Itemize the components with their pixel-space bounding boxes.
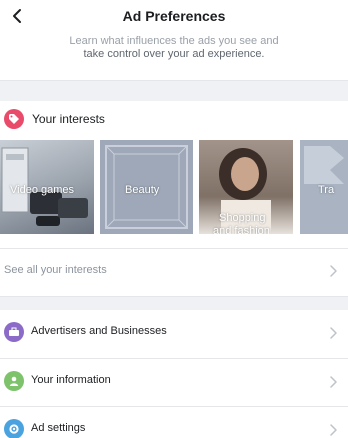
- interest-card-shopping-and-fashion[interactable]: Shopping and fashion: [199, 140, 293, 234]
- intro-line-2: take control over your ad experience.: [83, 48, 265, 60]
- chevron-right-icon: [330, 327, 337, 339]
- briefcase-icon: [4, 322, 24, 342]
- settings-menu: Advertisers and Businesses Your informat…: [0, 310, 348, 438]
- see-all-interests-label: See all your interests: [4, 264, 107, 276]
- gear-icon: [4, 419, 24, 438]
- menu-item-advertisers-and-businesses[interactable]: Advertisers and Businesses: [0, 310, 348, 358]
- interests-header: Your interests: [0, 101, 348, 137]
- interest-card-label: Video games: [10, 184, 75, 196]
- menu-item-ad-settings[interactable]: Ad settings: [0, 406, 348, 438]
- menu-item-label: Advertisers and Businesses: [31, 325, 167, 337]
- section-divider: [0, 80, 348, 101]
- intro-text: Learn what influences the ads you see an…: [0, 33, 348, 80]
- see-all-interests-link[interactable]: See all your interests: [0, 248, 348, 292]
- tag-icon: [4, 109, 24, 129]
- page-title: Ad Preferences: [122, 8, 226, 24]
- person-icon: [4, 371, 24, 391]
- menu-item-your-information[interactable]: Your information: [0, 358, 348, 406]
- chevron-right-icon: [330, 265, 337, 277]
- interest-cards: Video games Beauty Shopping and fashion: [0, 140, 348, 234]
- menu-item-label: Ad settings: [31, 422, 86, 434]
- header-bar: Ad Preferences: [0, 0, 348, 33]
- interest-card-beauty[interactable]: Beauty: [100, 140, 193, 234]
- menu-item-label: Your information: [31, 374, 111, 386]
- interest-card-video-games[interactable]: Video games: [0, 140, 94, 234]
- interest-card-label: Beauty: [125, 184, 160, 196]
- chevron-right-icon: [330, 424, 337, 436]
- interest-card-label: Tra: [318, 184, 335, 196]
- interests-title: Your interests: [32, 112, 105, 126]
- chevron-right-icon: [330, 376, 337, 388]
- interest-card-label: Shopping: [219, 212, 266, 224]
- interest-card-travel[interactable]: Tra: [300, 140, 348, 234]
- interest-card-label: and fashion: [213, 225, 270, 234]
- section-divider: [0, 296, 348, 310]
- interests-section: Your interests Video games Beauty Shoppi…: [0, 101, 348, 296]
